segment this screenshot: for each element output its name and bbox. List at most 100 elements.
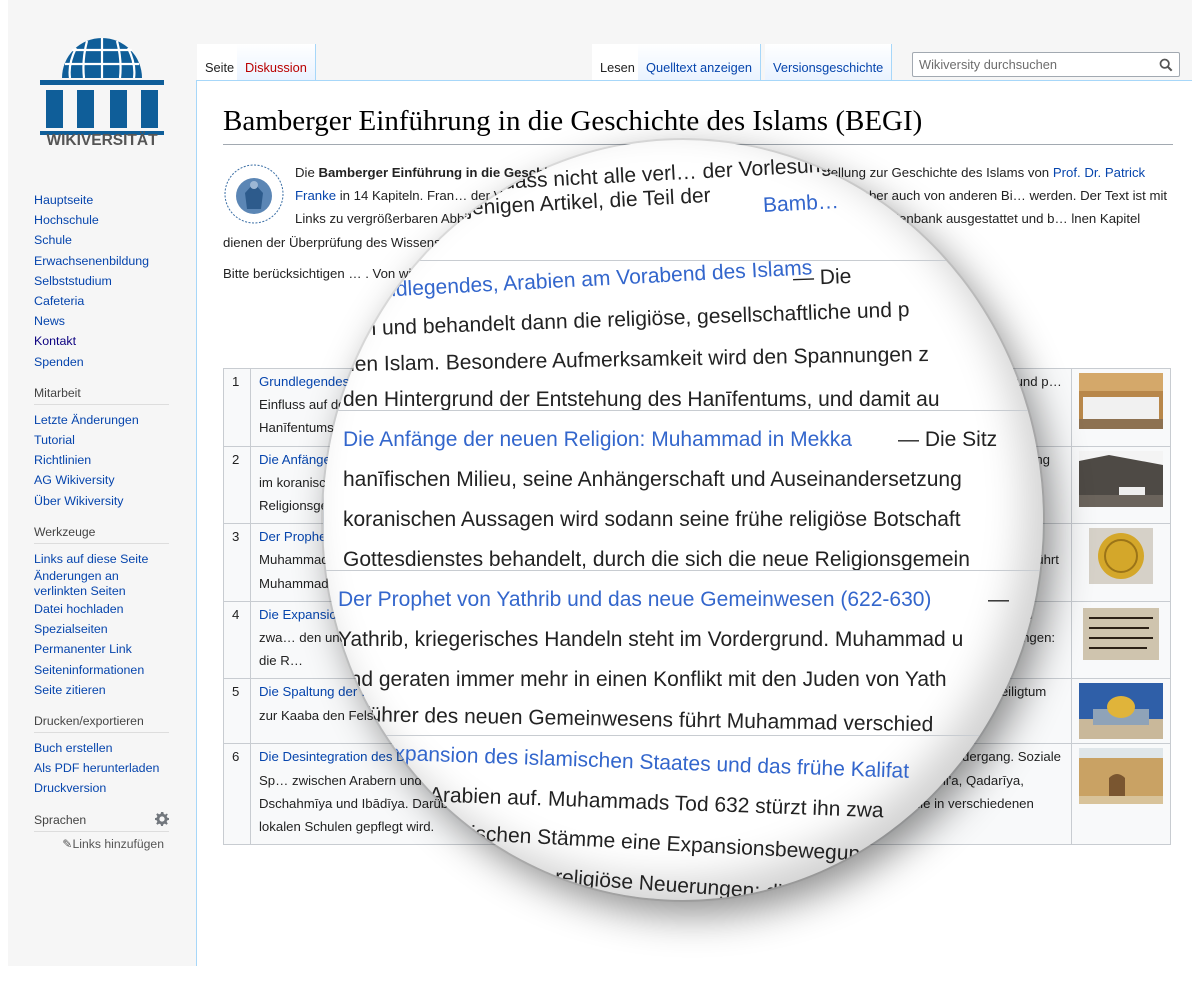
search-box (912, 52, 1180, 77)
sidebar-item-news[interactable]: News (34, 311, 179, 331)
sprachen-label: Sprachen (34, 812, 87, 827)
chapter-number: 2 (232, 451, 240, 467)
magnifier-lens: dass nicht alle verl… der Vorlesung nur d… (323, 140, 1043, 900)
logo-wordmark: WIKIVERSITÄT (46, 132, 158, 145)
sidebar-nav: Hauptseite Hochschule Schule Erwachsenen… (34, 190, 179, 372)
link-line-2: verlinkten Seiten (34, 584, 126, 599)
chapter-number: 3 (232, 529, 240, 545)
magnified-text: ein und behandelt dann die religiöse, ge… (347, 298, 910, 341)
sidebar-item-als-pdf[interactable]: Als PDF herunterladen (34, 758, 179, 778)
portal-heading-sprachen: Sprachen (34, 811, 169, 832)
magnified-text: den Hintergrund der Entstehung des Hanīf… (343, 388, 940, 411)
chapter-number: 1 (232, 374, 240, 389)
magnified-text: Yathrib, kriegerisches Handeln steht im … (338, 628, 964, 651)
sidebar-item-selbststudium[interactable]: Selbststudium (34, 271, 179, 291)
portal-heading-werkzeuge: Werkzeuge (34, 525, 169, 544)
portal-heading-drucken: Drucken/exportieren (34, 714, 169, 734)
link-line-1: Änderungen an (34, 569, 119, 584)
sidebar-item-permanenter-link[interactable]: Permanenter Link (34, 639, 179, 659)
chapter-image-cell (1071, 600, 1171, 680)
intro-text-part: Die (295, 165, 319, 180)
chapter-thumbnail-image[interactable] (1079, 606, 1163, 662)
sidebar-item-letzte-aenderungen[interactable]: Letzte Änderungen (34, 410, 179, 430)
chapter-thumbnail-image[interactable] (1079, 528, 1163, 585)
chapter-image-cell (1071, 368, 1171, 447)
chapter-number: 6 (232, 749, 240, 765)
magnified-text: Anführer des neuen Gemeinwesens führt Mu… (337, 702, 934, 737)
chapter-number-cell: 1 (223, 368, 251, 447)
sidebar-item-hochschule[interactable]: Hochschule (34, 210, 179, 230)
search-input[interactable] (919, 57, 1139, 72)
magnified-text: …cht in Arabien auf. Muhammads Tod 632 s… (352, 780, 884, 823)
magnified-row-divider (323, 735, 1043, 736)
magnified-link[interactable]: Der Prophet von Yathrib und das neue Gem… (338, 588, 931, 612)
chapter-thumbnail-image[interactable] (1079, 683, 1163, 740)
page-frame: WIKIVERSITÄT Hauptseite Hochschule Schul… (8, 0, 1192, 966)
magnified-text: — (988, 588, 1009, 611)
page-title: Bamberger Einführung in die Geschichte d… (223, 105, 1173, 145)
magnified-text: — Die (792, 264, 852, 291)
sidebar-item-datei-hochladen[interactable]: Datei hochladen (34, 599, 179, 619)
magnified-link[interactable]: Die Expansion des islamischen Staates un… (343, 740, 910, 784)
university-seal-image[interactable] (223, 163, 285, 225)
tab-diskussion[interactable]: Diskussion (237, 44, 316, 80)
sidebar-item-aenderungen-an-verlinkten-seiten[interactable]: Änderungen an verlinkten Seiten (34, 569, 179, 599)
chapter-thumbnail-image[interactable] (1079, 748, 1163, 805)
sidebar-item-spenden[interactable]: Spenden (34, 352, 179, 372)
wikiversity-logo[interactable]: WIKIVERSITÄT (32, 20, 172, 145)
add-links-label: Links hinzufügen (72, 836, 164, 851)
sidebar-item-kontakt[interactable]: Kontakt (34, 331, 179, 351)
magnified-content: dass nicht alle verl… der Vorlesung nur d… (323, 140, 1043, 900)
tab-lesen[interactable]: Lesen (592, 44, 644, 80)
add-language-links[interactable]: ✎Links hinzufügen (34, 837, 164, 851)
portal-heading-mitarbeit: Mitarbeit (34, 386, 169, 405)
chapter-image-cell (1071, 743, 1171, 846)
magnified-link[interactable]: …ndlegendes, Arabien am Vorabend des Isl… (363, 256, 813, 303)
chapter-number-cell: 5 (223, 678, 251, 745)
magnified-text: — Die Sitz (898, 428, 998, 451)
magnified-text: und geraten immer mehr in einen Konflikt… (338, 668, 947, 691)
sidebar-item-cafeteria[interactable]: Cafeteria (34, 291, 179, 311)
sidebar: Hauptseite Hochschule Schule Erwachsenen… (34, 190, 179, 851)
chapter-thumbnail-image[interactable] (1079, 450, 1163, 507)
sidebar-item-links-auf-diese-seite[interactable]: Links auf diese Seite (34, 549, 179, 569)
sidebar-item-seite-zitieren[interactable]: Seite zitieren (34, 680, 179, 700)
sidebar-item-druckversion[interactable]: Druckversion (34, 778, 179, 798)
sidebar-item-hauptseite[interactable]: Hauptseite (34, 190, 179, 210)
magnified-text: Gottesdienstes behandelt, durch die sich… (343, 548, 970, 571)
chapter-number: 5 (232, 684, 240, 700)
tab-versionsgeschichte[interactable]: Versionsgeschichte (765, 44, 893, 80)
sidebar-item-buch-erstellen[interactable]: Buch erstellen (34, 738, 179, 758)
sidebar-item-seiteninformationen[interactable]: Seiteninformationen (34, 660, 179, 680)
chapter-number-cell: 3 (223, 523, 251, 602)
chapter-thumbnail-image[interactable] (1079, 373, 1163, 429)
magnified-text: den Islam. Besondere Aufmerksamkeit wird… (342, 342, 930, 377)
sidebar-item-tutorial[interactable]: Tutorial (34, 430, 179, 450)
chapter-number-cell: 2 (223, 445, 251, 525)
chapter-number-cell: 6 (223, 743, 251, 846)
sidebar-item-ag-wikiversity[interactable]: AG Wikiversity (34, 470, 179, 490)
sidebar-item-ueber-wikiversity[interactable]: Über Wikiversity (34, 491, 179, 511)
magnified-column-divider (323, 410, 324, 735)
chapter-number-cell: 4 (223, 600, 251, 680)
gear-icon[interactable] (155, 811, 169, 826)
pencil-icon: ✎ (62, 836, 73, 851)
chapter-image-cell (1071, 445, 1171, 525)
magnified-row-divider (323, 410, 1043, 411)
chapter-image-cell (1071, 678, 1171, 745)
magnified-chapter-number: 2 (323, 428, 325, 452)
sidebar-item-richtlinien[interactable]: Richtlinien (34, 450, 179, 470)
magnified-row-divider (323, 570, 1043, 571)
magnified-link[interactable]: Bamb… (762, 190, 839, 218)
magnified-row-divider (323, 260, 1043, 261)
sidebar-item-erwachsenenbildung[interactable]: Erwachsenenbildung (34, 251, 179, 271)
chapter-number: 4 (232, 606, 240, 622)
magnified-text: koranischen Aussagen wird sodann seine f… (343, 508, 961, 531)
magnified-text: hanīfischen Milieu, seine Anhängerschaft… (343, 468, 962, 491)
tab-quelltext-anzeigen[interactable]: Quelltext anzeigen (638, 44, 761, 80)
magnified-link[interactable]: Die Anfänge der neuen Religion: Muhammad… (343, 428, 852, 452)
chapter-image-cell (1071, 523, 1171, 602)
search-icon[interactable] (1159, 58, 1173, 72)
sidebar-item-spezialseiten[interactable]: Spezialseiten (34, 619, 179, 639)
sidebar-item-schule[interactable]: Schule (34, 230, 179, 250)
